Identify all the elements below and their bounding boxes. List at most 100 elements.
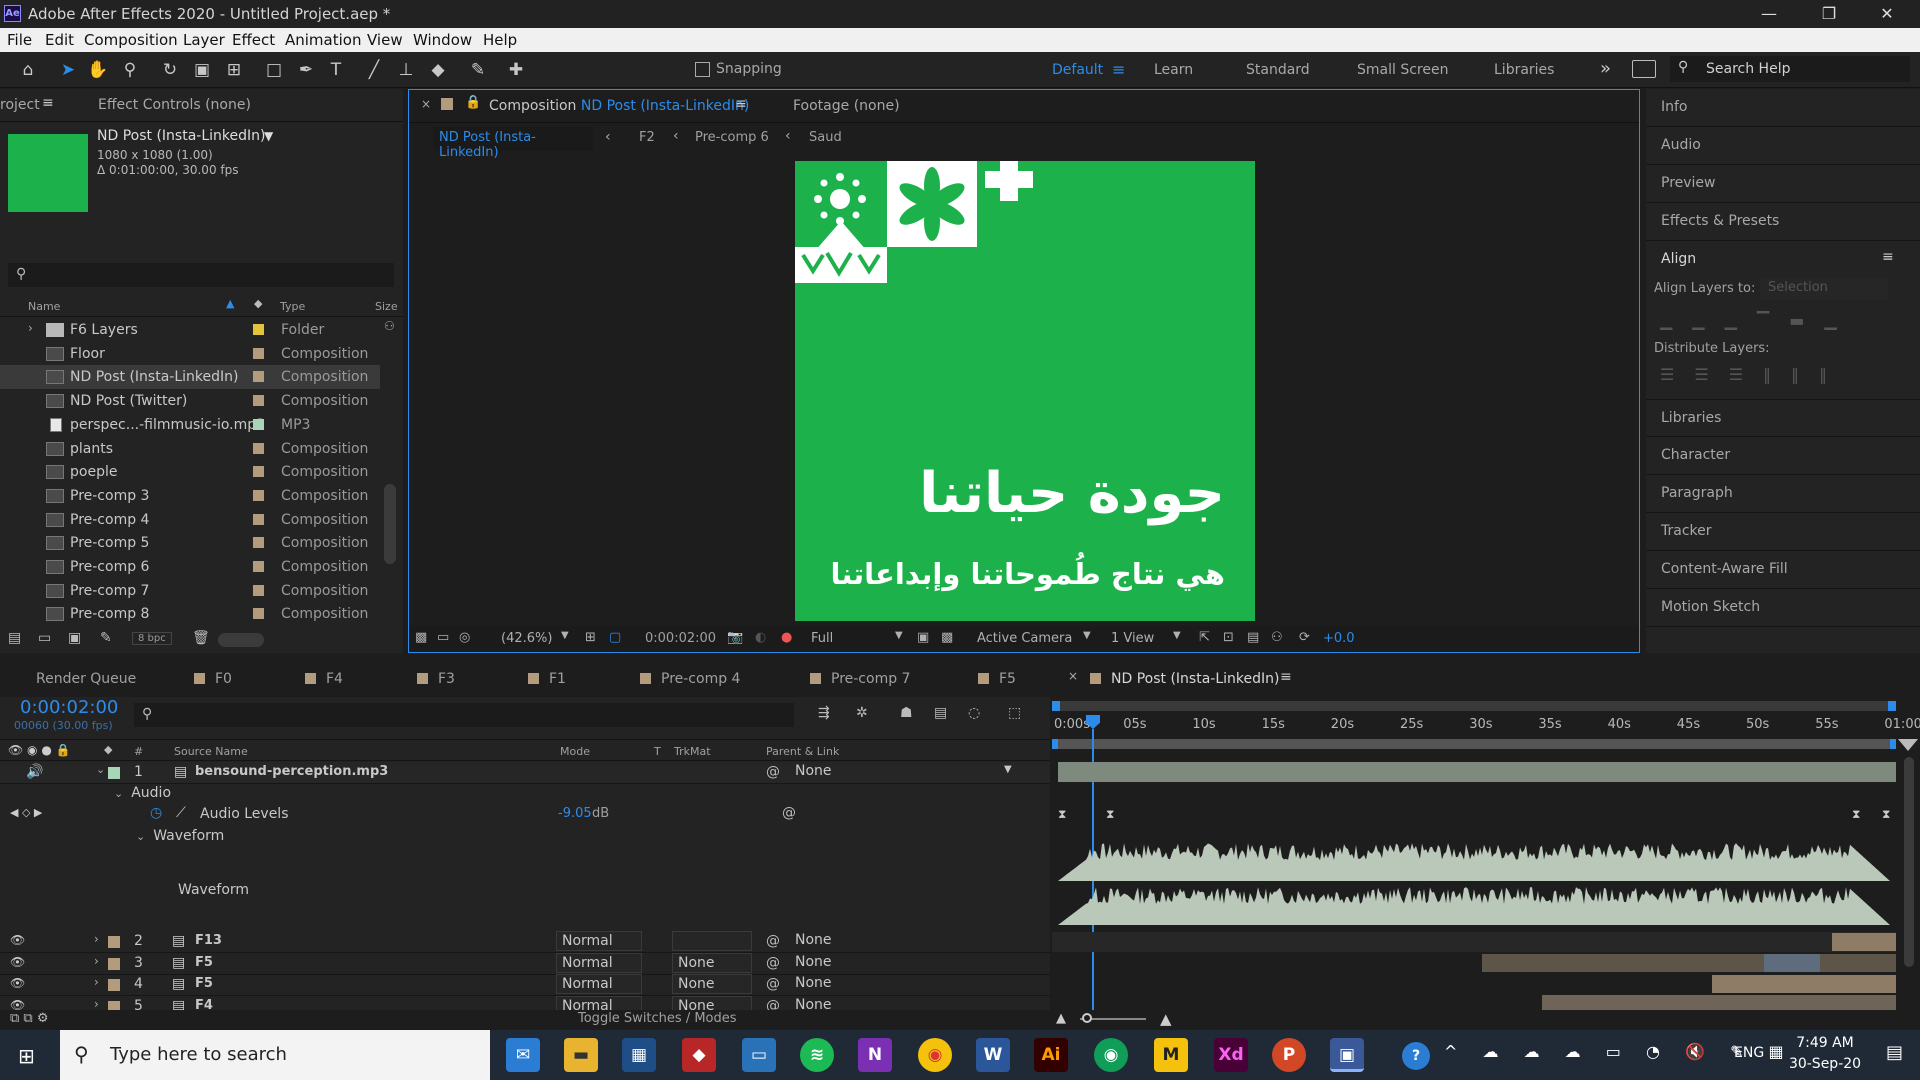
panel-content-aware-fill[interactable]: Content-Aware Fill [1646,551,1920,589]
label-color-swatch[interactable] [253,347,264,359]
flowchart-icon[interactable]: ⚇ [1271,630,1283,645]
keyframe-icon[interactable]: ⧗ [1852,807,1860,822]
magnification-icon[interactable]: ▩ [415,630,427,645]
close-tab-icon[interactable]: × [1068,669,1078,683]
workspace-small-screen[interactable]: Small Screen [1357,62,1448,78]
taskbar-search[interactable]: ⚲ Type here to search [60,1030,490,1080]
mode-dropdown[interactable]: Normal [556,995,642,1010]
toggle-pixel-aspect-icon[interactable]: ⇱ [1199,630,1210,645]
chevron-down-icon[interactable]: ▼ [1083,630,1091,641]
pickwhip-icon[interactable]: @ [766,933,780,949]
sort-ascending-icon[interactable]: ▲ [226,297,234,310]
region-of-interest-icon[interactable]: ▣ [917,630,929,645]
layer-name[interactable]: F5 [195,955,213,970]
label-color-swatch[interactable] [253,489,264,501]
pickwhip-icon[interactable]: @ [766,764,780,780]
expand-arrow-icon[interactable]: › [94,997,99,1011]
tab-f4[interactable]: F4 [305,671,343,687]
zoom-in-icon[interactable]: ▲ [1160,1010,1172,1028]
search-help-input[interactable]: Search Help [1706,61,1790,77]
panel-tracker[interactable]: Tracker [1646,513,1920,551]
zoom-slider-handle[interactable] [1082,1013,1092,1023]
timeline-scrollbar[interactable] [1904,757,1914,967]
project-settings-icon[interactable]: ✎ [100,630,112,646]
clone-stamp-tool-icon[interactable]: ⊥ [394,58,418,82]
tab-f0[interactable]: F0 [194,671,232,687]
label-color-swatch[interactable] [253,561,264,572]
notifications-icon[interactable]: ▤ [1886,1042,1903,1063]
panel-paragraph[interactable]: Paragraph [1646,475,1920,513]
layer-bar-f5[interactable] [1482,954,1896,972]
effect-controls-tab[interactable]: Effect Controls (none) [98,97,251,113]
reset-exposure-icon[interactable]: ⟳ [1299,630,1310,645]
eye-icon[interactable]: 👁 [10,976,25,990]
column-t[interactable]: T [654,745,661,758]
align-to-dropdown[interactable]: Selection [1760,278,1888,300]
dropdown-arrow-icon[interactable]: ▼ [264,129,273,143]
zoom-tool-icon[interactable]: ⚲ [118,58,142,82]
toggle-switches-modes[interactable]: Toggle Switches / Modes [578,1011,737,1026]
collapse-arrow-icon[interactable]: ⌄ [96,763,105,776]
precomp-icon[interactable]: ▤ [172,933,185,949]
label-color-swatch[interactable] [253,537,264,549]
trkmat-dropdown[interactable]: None [672,952,752,973]
layer-bar-f4[interactable] [1542,995,1896,1010]
label-color-swatch[interactable] [253,442,264,454]
parent-dropdown[interactable]: None [790,974,1020,994]
menu-effect[interactable]: Effect [232,31,275,49]
powerpoint-icon[interactable]: P [1272,1038,1306,1072]
tab-f1[interactable]: F1 [528,671,566,687]
pickwhip-icon[interactable]: @ [766,998,780,1011]
close-tab-icon[interactable]: × [421,97,431,111]
keyframe-end-icon[interactable]: ⧗ [1882,807,1890,822]
layer-name[interactable]: F13 [195,933,222,948]
label-color-swatch[interactable] [253,608,264,620]
precomp-icon[interactable]: ▤ [172,955,185,971]
close-button[interactable]: ✕ [1864,2,1910,26]
rectangle-tool-icon[interactable]: □ [262,58,286,82]
project-item[interactable]: Pre-comp 7 Composition [0,579,380,603]
menu-view[interactable]: View [367,31,403,49]
spotify-icon[interactable]: ≋ [800,1038,834,1072]
selection-tool-icon[interactable]: ➤ [56,58,80,82]
more-workspaces-icon[interactable]: » [1600,58,1611,79]
interpret-footage-icon[interactable]: ▤ [8,630,21,646]
label-color-swatch[interactable] [253,466,264,478]
expand-arrow-icon[interactable]: › [94,932,99,946]
file-explorer-icon[interactable]: ▬ [564,1038,598,1072]
label-color-swatch[interactable] [253,324,264,335]
column-mode[interactable]: Mode [560,745,590,758]
hand-tool-icon[interactable]: ✋ [86,58,110,82]
motion-blur-icon[interactable]: ◌ [968,705,980,721]
new-comp-icon[interactable]: ▣ [68,630,81,646]
adobe-xd-icon[interactable]: Xd [1214,1038,1248,1072]
project-item[interactable]: Pre-comp 6 Composition [0,555,380,579]
help-icon[interactable]: ? [1402,1042,1430,1070]
av-features-icons[interactable]: 👁 ◉ ● 🔒 [8,743,71,757]
eye-icon[interactable]: 👁 [10,933,25,947]
align-menu-icon[interactable]: ≡ [1882,249,1894,265]
layer-row[interactable]: 👁 › 5 ▤ F4 @ Normal None None [0,995,1050,1011]
layer-label-swatch[interactable] [108,1000,120,1010]
expand-arrow-icon[interactable]: › [94,975,99,989]
mode-dropdown[interactable]: Normal [556,952,642,973]
menu-window[interactable]: Window [413,31,472,49]
precomp-icon[interactable]: ▤ [172,998,185,1011]
zoom-level[interactable]: (42.6%) [501,631,552,646]
timeline-icon[interactable]: ▤ [1247,630,1259,645]
align-title[interactable]: Align [1661,251,1696,267]
fast-previews-icon[interactable]: ⊡ [1223,630,1234,645]
parent-dropdown[interactable]: None [790,931,1020,951]
distribute-buttons[interactable]: ☰☰☰‖‖‖ [1660,365,1880,384]
menu-edit[interactable]: Edit [45,31,74,49]
menu-composition[interactable]: Composition [84,31,178,49]
timeline-search-input[interactable]: ⚲ [134,703,794,727]
column-source-name[interactable]: Source Name [174,745,248,758]
word-icon[interactable]: W [976,1038,1010,1072]
onenote-icon[interactable]: N [858,1038,892,1072]
exposure-value[interactable]: +0.0 [1323,631,1355,646]
pickwhip-icon[interactable]: @ [766,976,780,992]
project-scrollbar[interactable] [384,484,396,564]
label-color-swatch[interactable] [253,584,264,596]
workspace-menu-icon[interactable]: ≡ [1112,60,1125,79]
